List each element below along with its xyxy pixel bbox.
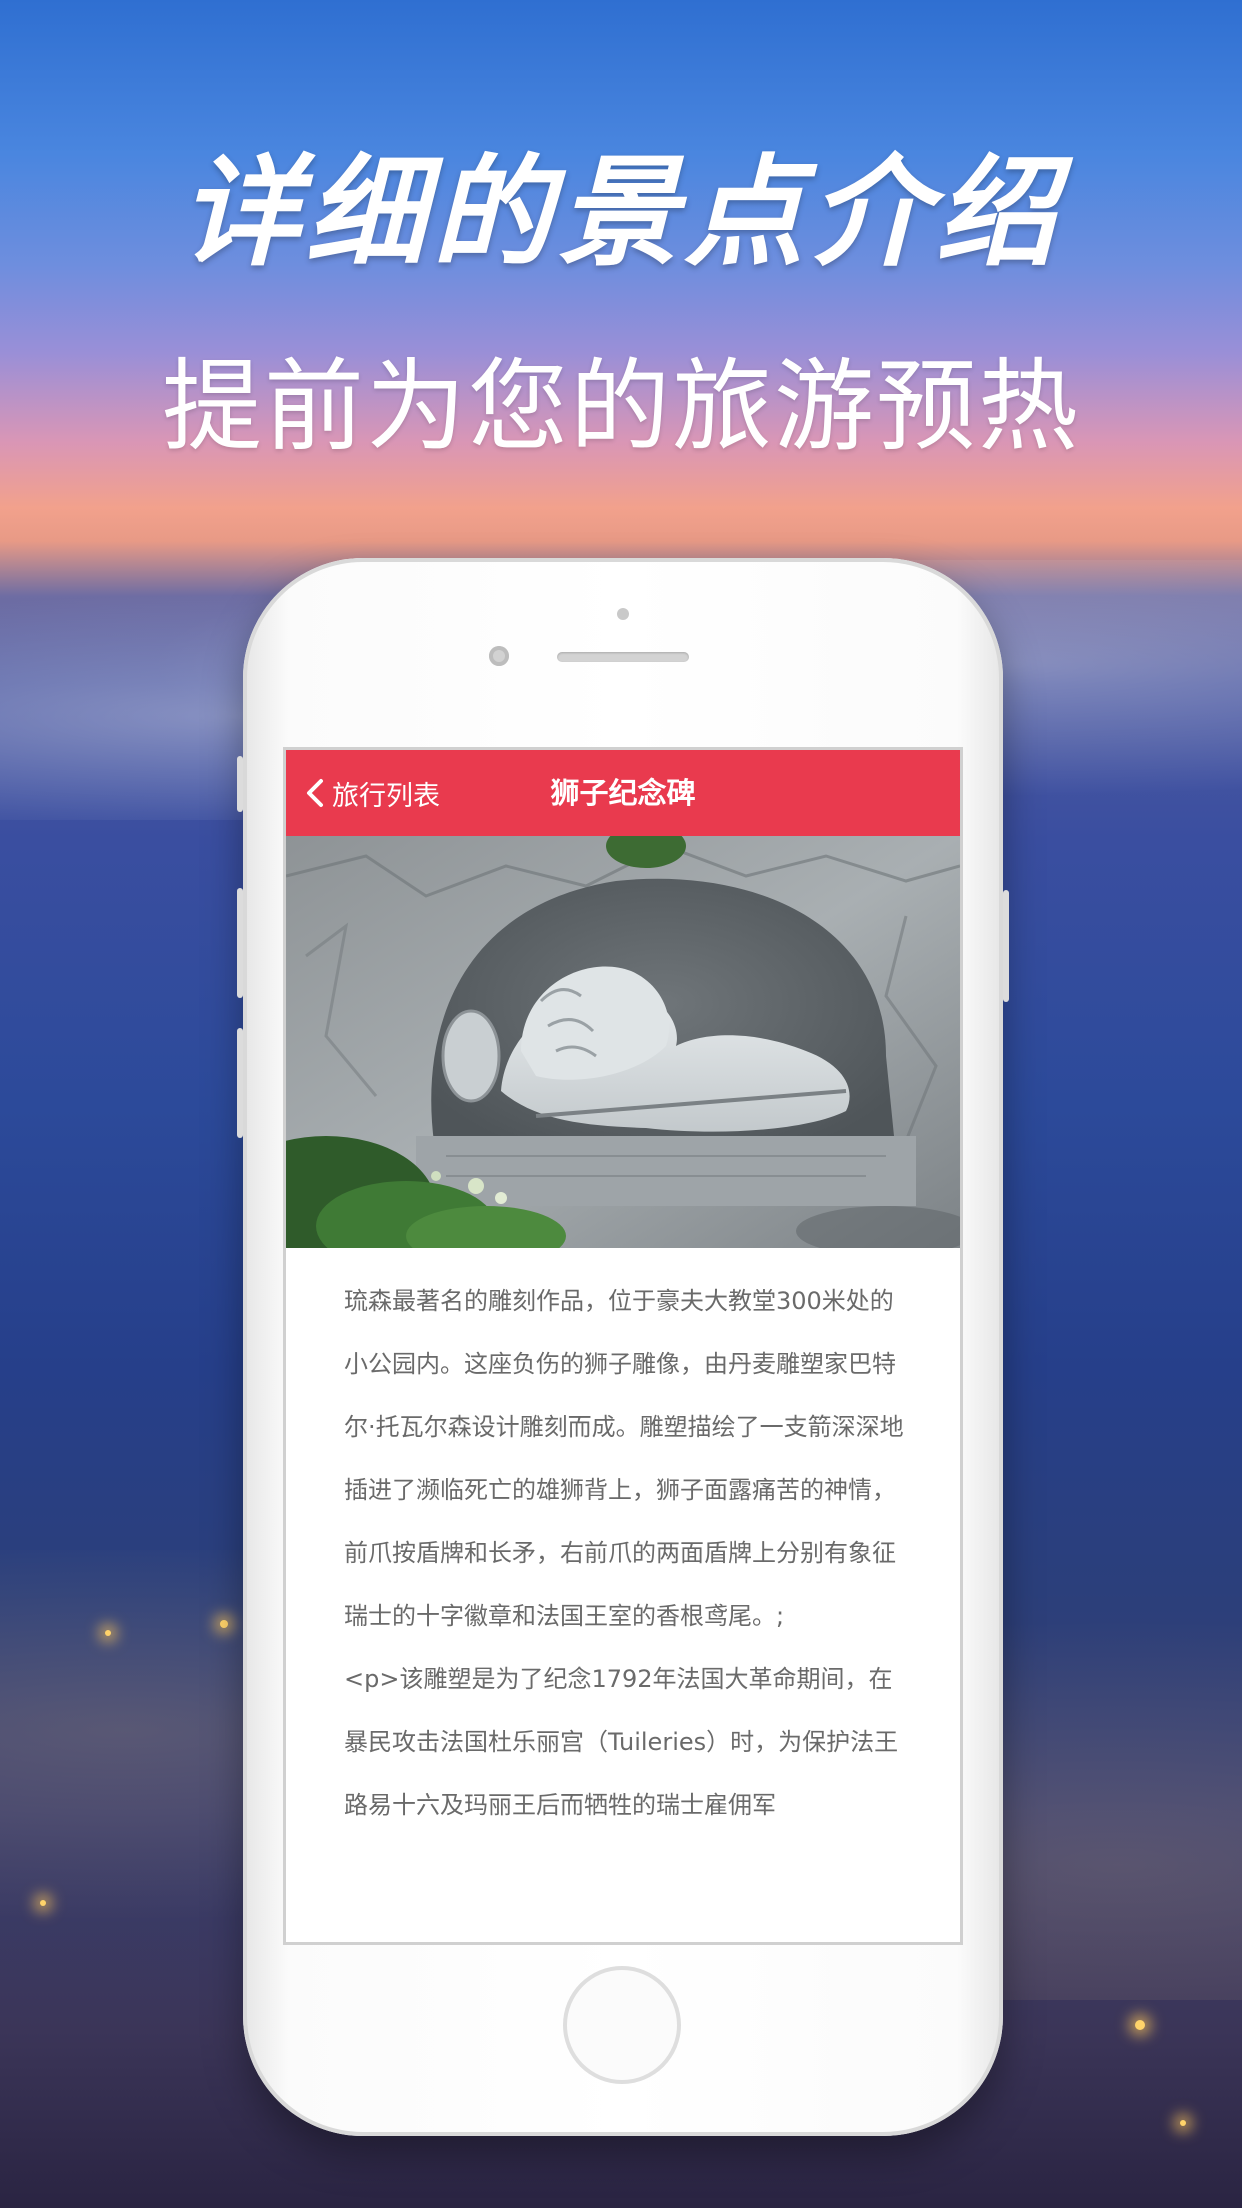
article-paragraph: <p>该雕塑是为了纪念1792年法国大革命期间，在暴民攻击法国杜乐丽宫（Tuil… [344,1665,899,1819]
volume-down-button [237,1028,243,1138]
promo-subheadline: 提前为您的旅游预热 [162,348,1080,465]
volume-up-button [237,888,243,998]
article-body: 琉森最著名的雕刻作品，位于豪夫大教堂300米处的小公园内。这座负伤的狮子雕像，由… [344,1270,904,1837]
earpiece-speaker [557,652,689,662]
page-title: 狮子纪念碑 [550,776,696,810]
city-light [105,1630,111,1636]
promo-headline: 详细的景点介绍 [180,144,1062,283]
app-screen: 旅行列表 狮子纪念碑 琉森最著名的雕刻作品，位于豪夫大教堂300米处的小公园内。… [286,750,960,1942]
phone-mockup: 旅行列表 狮子纪念碑 琉森最著名的雕刻作品，位于豪夫大教堂300米处的小公园内。… [237,558,1009,2136]
city-light [1180,2120,1186,2126]
city-light [1135,2020,1145,2030]
sensor-dot [617,608,629,620]
power-button [1003,890,1009,1002]
nav-bar: 旅行列表 狮子纪念碑 [286,750,960,836]
front-camera [489,646,509,666]
city-light [40,1900,46,1906]
lion-monument-image [286,836,960,1248]
hero-image [286,836,960,1248]
home-button[interactable] [563,1966,681,2084]
city-light [220,1620,228,1628]
article-paragraph: 琉森最著名的雕刻作品，位于豪夫大教堂300米处的小公园内。这座负伤的狮子雕像，由… [344,1287,904,1630]
mute-switch [237,756,243,812]
